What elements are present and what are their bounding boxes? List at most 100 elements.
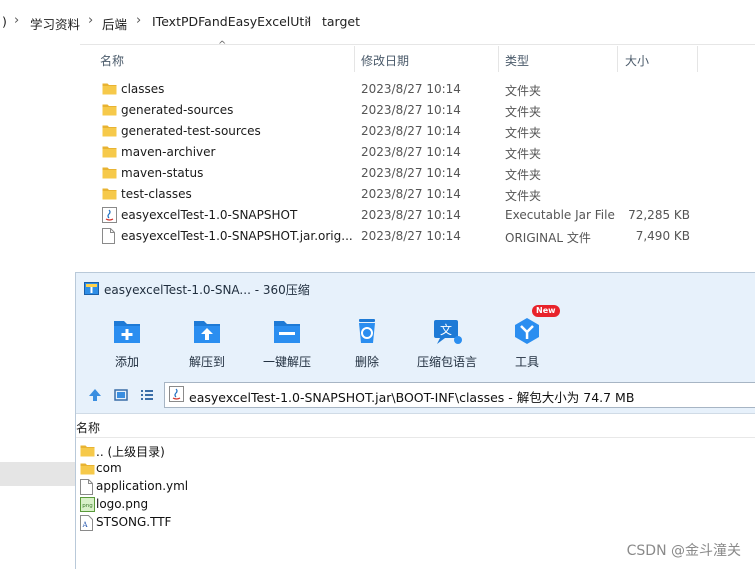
archive-list-item[interactable]: A STSONG.TTF [78,514,378,532]
archive-item-name: logo.png [96,497,149,511]
breadcrumb-item-backend[interactable]: 后端 [102,14,127,33]
file-date: 2023/8/27 10:14 [361,166,461,180]
svg-text:png: png [82,503,92,509]
file-row[interactable]: maven-status 2023/8/27 10:14 文件夹 [100,163,700,184]
extract-to-label: 解压到 [188,355,225,369]
watermark: CSDN @金斗潼关 [626,543,741,559]
font-file-icon: A [80,515,93,534]
file-size: 72,285 KB [628,208,690,222]
address-bar[interactable]: ) › 学习资料 › 后端 › ITextPDFandEasyExcelUtil… [0,0,755,45]
java-jar-icon [169,386,184,405]
archive-path-field[interactable]: easyexcelTest-1.0-SNAPSHOT.jar\BOOT-INF\… [164,382,755,408]
folder-icon [80,461,95,479]
file-date: 2023/8/27 10:14 [361,229,461,243]
column-header-type[interactable]: 类型 [505,52,529,69]
file-name: easyexcelTest-1.0-SNAPSHOT [121,208,298,222]
archive-list-item[interactable]: .. (上级目录) [78,442,378,460]
file-date: 2023/8/27 10:14 [361,208,461,222]
folder-icon [102,165,117,183]
column-header-name[interactable]: 名称 [100,52,124,69]
svg-text:文: 文 [440,322,452,337]
file-type: 文件夹 [505,147,542,161]
up-arrow-icon[interactable] [88,388,102,405]
archive-path-text: easyexcelTest-1.0-SNAPSHOT.jar\BOOT-INF\… [189,390,635,405]
file-date: 2023/8/27 10:14 [361,124,461,138]
file-name: easyexcelTest-1.0-SNAPSHOT.jar.orig... [121,229,353,243]
column-divider[interactable] [617,46,618,72]
archive-item-name: application.yml [96,479,189,493]
file-date: 2023/8/27 10:14 [361,82,461,96]
file-type: 文件夹 [505,84,542,98]
file-row[interactable]: generated-test-sources 2023/8/27 10:14 文件夹 [100,121,700,142]
tools-button[interactable]: New 工具 [492,305,562,373]
file-name: classes [121,82,165,96]
breadcrumb-separator: › [14,13,20,28]
breadcrumb-item-project[interactable]: ITextPDFandEasyExcelUtil [152,14,311,29]
one-click-extract-label: 一键解压 [262,355,311,369]
archive-list-item[interactable]: application.yml [78,478,378,496]
navigation-pane-selected-item[interactable] [0,462,76,486]
delete-button[interactable]: 删除 [332,309,402,373]
add-icon [111,315,143,347]
list-view-icon[interactable] [140,388,154,405]
delete-label: 删除 [354,355,379,369]
thumbnail-view-icon[interactable] [114,388,128,405]
zip-column-header-name[interactable]: 名称 [76,419,100,436]
folder-icon [102,102,117,120]
file-row[interactable]: generated-sources 2023/8/27 10:14 文件夹 [100,100,700,121]
zip-window: easyexcelTest-1.0-SNA... - 360压缩 添加 解压到 … [75,272,755,569]
folder-icon [102,81,117,99]
breadcrumb-lead: ) [2,14,7,29]
file-name: maven-status [121,166,204,180]
file-row[interactable]: classes 2023/8/27 10:14 文件夹 [100,79,700,100]
navigation-pane [0,44,80,568]
extract-to-button[interactable]: 解压到 [172,309,242,373]
file-size: 7,490 KB [635,229,690,243]
new-badge: New [532,305,560,317]
zip-window-title: easyexcelTest-1.0-SNA... - 360压缩 [104,283,310,297]
file-type: 文件夹 [505,126,542,140]
file-icon [102,228,115,247]
file-type: ORIGINAL 文件 [505,231,591,245]
folder-icon [102,123,117,141]
file-row[interactable]: easyexcelTest-1.0-SNAPSHOT 2023/8/27 10:1… [100,205,700,226]
file-type: 文件夹 [505,105,542,119]
one-click-extract-button[interactable]: 一键解压 [252,309,322,373]
one-click-extract-icon [271,315,303,347]
archive-language-button[interactable]: 文 压缩包语言 [412,309,482,373]
extract-to-icon [191,315,223,347]
file-date: 2023/8/27 10:14 [361,187,461,201]
archive-list-item[interactable]: png logo.png [78,496,378,514]
tools-icon [511,315,543,347]
add-button[interactable]: 添加 [92,309,162,373]
breadcrumb-item-target[interactable]: target [322,14,360,29]
column-header-date[interactable]: 修改日期 [361,52,409,69]
archive-language-label: 压缩包语言 [416,355,477,369]
archive-item-name: .. (上级目录) [96,445,165,459]
delete-icon [351,315,383,347]
column-divider[interactable] [498,46,499,72]
file-row[interactable]: test-classes 2023/8/27 10:14 文件夹 [100,184,700,205]
archive-item-name: STSONG.TTF [96,515,172,529]
svg-text:A: A [81,521,88,529]
zip-toolbar: 添加 解压到 一键解压 删除 文 压缩包语言 New 工具 [76,303,755,377]
file-name: maven-archiver [121,145,216,159]
column-divider[interactable] [354,46,355,72]
breadcrumb-separator: › [88,13,94,28]
folder-icon [102,144,117,162]
file-row[interactable]: easyexcelTest-1.0-SNAPSHOT.jar.orig... 20… [100,226,700,247]
column-divider[interactable] [697,46,698,72]
zip-app-icon [84,281,99,299]
file-row[interactable]: maven-archiver 2023/8/27 10:14 文件夹 [100,142,700,163]
file-type: 文件夹 [505,168,542,182]
file-type: 文件夹 [505,189,542,203]
breadcrumb-item-study[interactable]: 学习资料 [30,14,80,33]
zip-title-bar[interactable]: easyexcelTest-1.0-SNA... - 360压缩 [76,273,755,303]
archive-list-item[interactable]: com [78,460,378,478]
file-date: 2023/8/27 10:14 [361,103,461,117]
column-header-size[interactable]: 大小 [625,52,649,69]
file-name: test-classes [121,187,192,201]
zip-header-divider [76,437,755,438]
file-name: generated-test-sources [121,124,261,138]
file-date: 2023/8/27 10:14 [361,145,461,159]
